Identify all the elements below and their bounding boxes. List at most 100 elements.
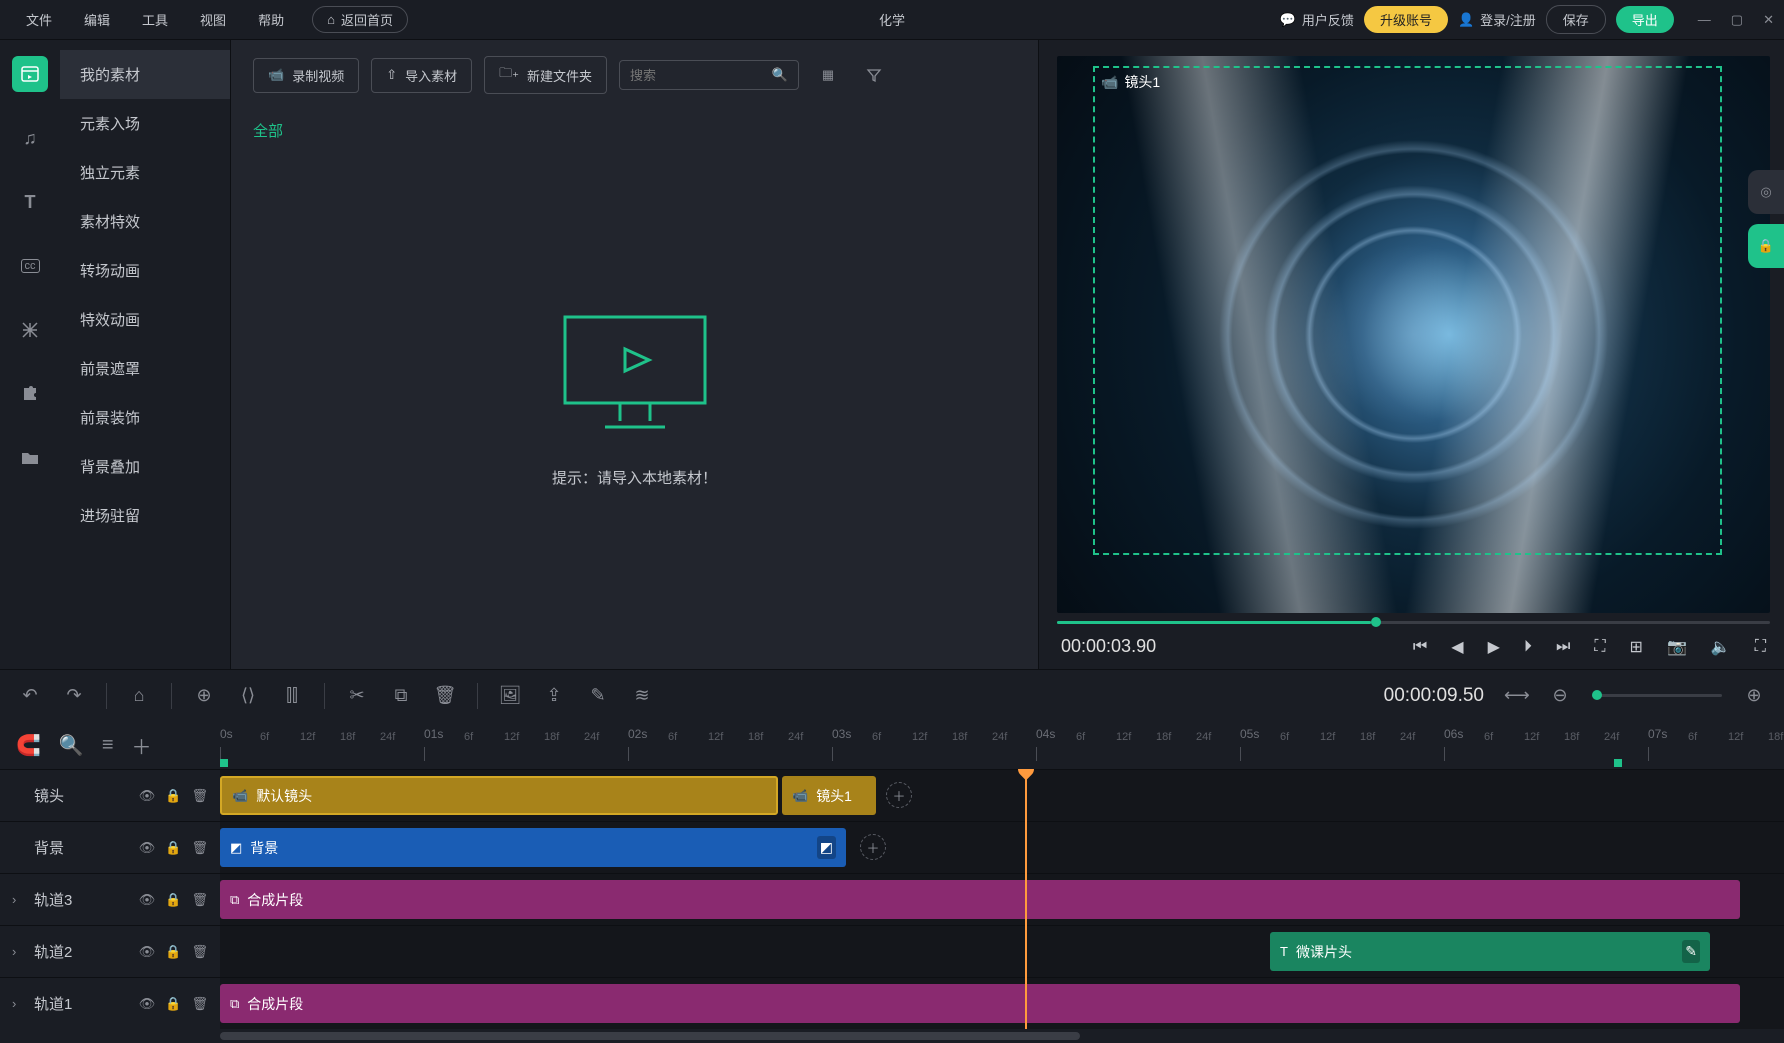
track-content[interactable]: 📹默认镜头📹镜头1＋ (220, 770, 1784, 821)
image-icon[interactable]: 🖼 (498, 685, 522, 706)
crop-icon[interactable]: ✂ (345, 685, 369, 706)
grid-icon[interactable]: ⊞ (1630, 637, 1643, 657)
category-item[interactable]: 转场动画 (60, 246, 230, 295)
rail-music-icon[interactable]: ♫ (12, 120, 48, 156)
edit-icon[interactable]: ✎ (586, 685, 610, 706)
copy-icon[interactable]: ⧉ (389, 685, 413, 706)
search-track-icon[interactable]: 🔍 (59, 733, 84, 758)
category-item[interactable]: 前景遮罩 (60, 344, 230, 393)
clip[interactable]: ◩背景◩ (220, 828, 846, 867)
upgrade-button[interactable]: 升级账号 (1364, 6, 1448, 33)
menu-edit[interactable]: 编辑 (68, 4, 126, 35)
add-track-icon[interactable]: ＋ (131, 731, 151, 760)
close-icon[interactable]: ✕ (1763, 12, 1774, 28)
track-content[interactable]: ⧉合成片段 (220, 874, 1784, 925)
category-item[interactable]: 进场驻留 (60, 491, 230, 540)
category-item[interactable]: 特效动画 (60, 295, 230, 344)
rail-puzzle-icon[interactable] (12, 376, 48, 412)
minimize-icon[interactable]: — (1698, 12, 1711, 28)
marker-icon[interactable]: ⌂ (127, 685, 151, 706)
scrub-bar[interactable] (1057, 621, 1770, 624)
visibility-icon[interactable]: 👁 (139, 996, 156, 1012)
play-icon[interactable]: ▶ (1488, 637, 1500, 657)
fit-icon[interactable]: ⛶ (1594, 638, 1605, 656)
preview-canvas[interactable]: 📹镜头1 (1057, 56, 1770, 613)
trash-icon[interactable]: 🗑 (191, 996, 208, 1012)
scroll-thumb[interactable] (220, 1032, 1080, 1040)
layers-icon[interactable]: ≋ (630, 685, 654, 706)
next-frame-icon[interactable]: ⏵ (1524, 638, 1532, 656)
undo-icon[interactable]: ↶ (18, 685, 42, 706)
clip[interactable]: 📹默认镜头 (220, 776, 778, 815)
trash-icon[interactable]: 🗑 (191, 840, 208, 856)
ruler-marker[interactable] (220, 759, 228, 767)
scrub-handle[interactable] (1371, 617, 1381, 627)
clip[interactable]: 📹镜头1 (782, 776, 876, 815)
rail-caption-icon[interactable]: cc (12, 248, 48, 284)
zoom-in-icon[interactable]: ⊕ (1742, 685, 1766, 706)
visibility-icon[interactable]: 👁 (139, 788, 156, 804)
split-icon[interactable]: ⫿⫿ (280, 685, 304, 706)
visibility-icon[interactable]: 👁 (139, 892, 156, 908)
save-button[interactable]: 保存 (1546, 5, 1606, 34)
filter-icon[interactable] (857, 58, 891, 92)
delete-icon[interactable]: 🗑 (433, 685, 457, 706)
rail-text-icon[interactable]: T (12, 184, 48, 220)
feedback-button[interactable]: 💬 用户反馈 (1280, 10, 1354, 29)
category-item[interactable]: 前景装饰 (60, 393, 230, 442)
export-clip-icon[interactable]: ⇪ (542, 685, 566, 706)
clip-end-icon[interactable]: ✎ (1682, 940, 1700, 963)
locate-icon[interactable]: ⊕ (192, 685, 216, 706)
expand-icon[interactable]: › (12, 996, 24, 1011)
time-ruler[interactable]: 0s6f12f18f24f01s6f12f18f24f02s6f12f18f24… (220, 721, 1784, 769)
search-box[interactable]: 🔍 (619, 60, 799, 90)
category-item[interactable]: 背景叠加 (60, 442, 230, 491)
lock-icon[interactable]: 🔒 (165, 840, 181, 856)
trash-icon[interactable]: 🗑 (191, 944, 208, 960)
lock-tool-icon[interactable]: 🔒 (1748, 224, 1784, 268)
track-content[interactable]: T微课片头✎ (220, 926, 1784, 977)
visibility-icon[interactable]: 👁 (139, 944, 156, 960)
newfolder-button[interactable]: 🗀₊新建文件夹 (484, 56, 607, 94)
ruler-marker[interactable] (1614, 759, 1622, 767)
clip[interactable]: ⧉合成片段 (220, 880, 1740, 919)
filter-all[interactable]: 全部 (253, 123, 283, 140)
clip[interactable]: T微课片头✎ (1270, 932, 1710, 971)
lock-icon[interactable]: 🔒 (165, 944, 181, 960)
category-item[interactable]: 独立元素 (60, 148, 230, 197)
menu-view[interactable]: 视图 (184, 4, 242, 35)
track-content[interactable]: ◩背景◩ ＋ (220, 822, 1784, 873)
category-item[interactable]: 我的素材 (60, 50, 230, 99)
target-tool-icon[interactable]: ◎ (1748, 170, 1784, 214)
track-content[interactable]: ⧉合成片段 (220, 978, 1784, 1029)
lock-icon[interactable]: 🔒 (165, 996, 181, 1012)
home-button[interactable]: ⌂ 返回首页 (312, 6, 408, 33)
lock-icon[interactable]: 🔒 (165, 892, 181, 908)
clip[interactable]: ⧉合成片段 (220, 984, 1740, 1023)
category-item[interactable]: 元素入场 (60, 99, 230, 148)
menu-file[interactable]: 文件 (10, 4, 68, 35)
timeline-scrollbar[interactable] (0, 1029, 1784, 1043)
rail-folder-icon[interactable] (12, 440, 48, 476)
snapshot-icon[interactable]: 📷 (1667, 637, 1687, 657)
record-button[interactable]: 📹录制视频 (253, 58, 359, 93)
export-button[interactable]: 导出 (1616, 6, 1674, 33)
skip-start-icon[interactable]: ⏮ (1413, 638, 1427, 656)
trash-icon[interactable]: 🗑 (191, 892, 208, 908)
add-clip-button[interactable]: ＋ (860, 834, 886, 860)
track-settings-icon[interactable]: ≡ (102, 734, 114, 757)
grid-view-icon[interactable]: ▦ (811, 58, 845, 92)
selection-box[interactable]: 📹镜头1 (1093, 66, 1722, 555)
fit-width-icon[interactable]: ⟷ (1504, 685, 1528, 706)
clip-end-icon[interactable]: ◩ (817, 836, 836, 859)
trash-icon[interactable]: 🗑 (191, 788, 208, 804)
maximize-icon[interactable]: ▢ (1731, 12, 1743, 28)
login-button[interactable]: 👤 登录/注册 (1458, 10, 1536, 29)
magnet-icon[interactable]: 🧲 (16, 733, 41, 758)
skip-end-icon[interactable]: ⏭ (1556, 638, 1570, 656)
zoom-out-icon[interactable]: ⊖ (1548, 685, 1572, 706)
search-input[interactable] (630, 68, 764, 83)
lock-icon[interactable]: 🔒 (165, 788, 181, 804)
bracket-icon[interactable]: ⟨⟩ (236, 685, 260, 706)
prev-frame-icon[interactable]: ◀ (1451, 637, 1463, 657)
